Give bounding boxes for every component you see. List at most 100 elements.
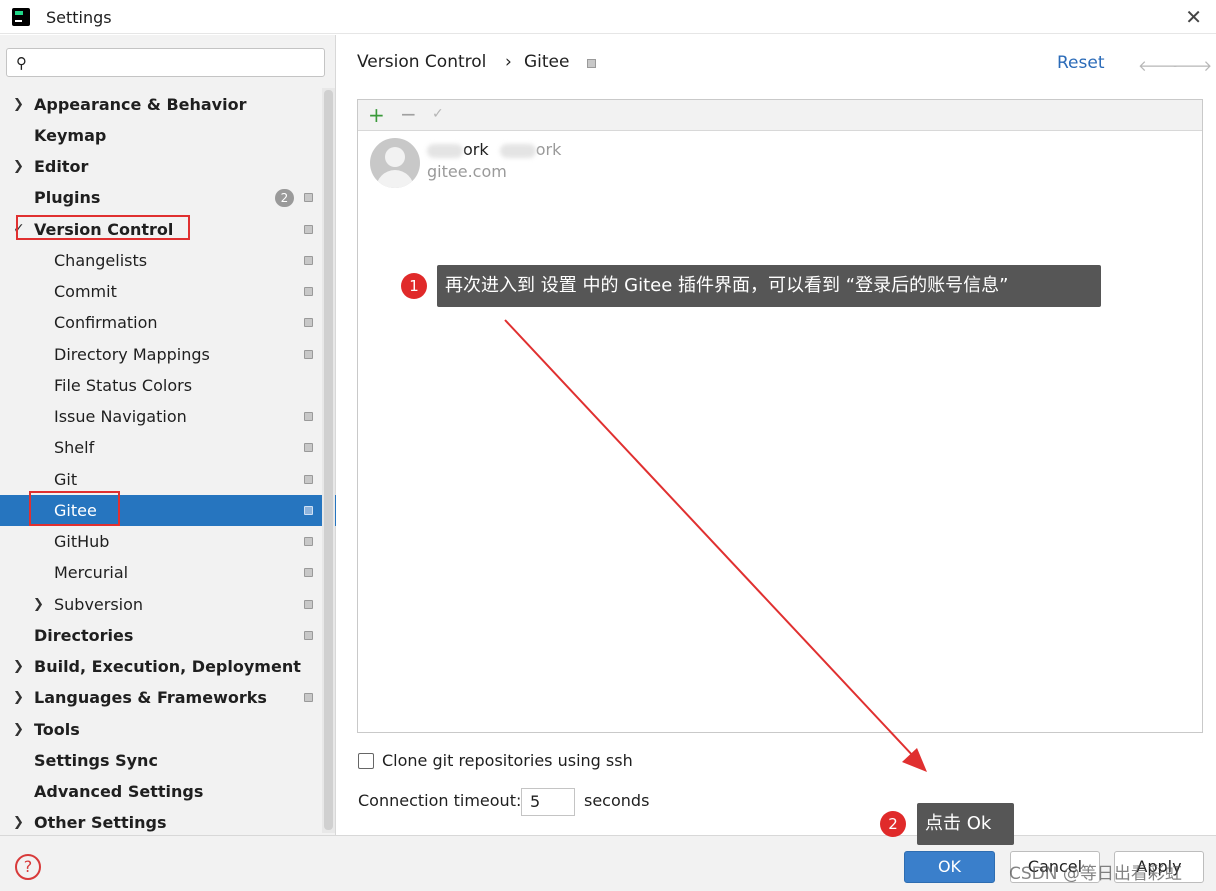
sidebar-item-commit[interactable]: Commit <box>0 276 336 307</box>
search-icon: ⚲ <box>16 54 27 72</box>
sidebar-item-appearance-behavior[interactable]: ❯ Appearance & Behavior <box>0 89 336 120</box>
sidebar-item-directory-mappings[interactable]: Directory Mappings <box>0 339 336 370</box>
redacted-text <box>427 143 463 158</box>
sidebar-item-label: Confirmation <box>54 313 158 332</box>
set-default-account-button[interactable]: ✓ <box>432 106 444 122</box>
chevron-down-icon: ✓ <box>13 221 25 237</box>
chevron-right-icon: ❯ <box>13 159 24 174</box>
sidebar-item-label: Tools <box>34 720 80 739</box>
plugins-update-badge: 2 <box>275 189 294 207</box>
timeout-input[interactable]: 5 <box>521 788 575 816</box>
avatar-body <box>376 170 414 188</box>
project-scope-icon <box>304 693 313 702</box>
chevron-right-icon: ❯ <box>13 722 24 737</box>
sidebar-item-editor[interactable]: ❯ Editor <box>0 151 336 182</box>
step-1-marker: 1 <box>401 273 427 299</box>
sidebar-item-shelf[interactable]: Shelf <box>0 432 336 463</box>
accounts-toolbar: + − ✓ <box>358 100 1202 131</box>
sidebar-item-label: Plugins <box>34 188 101 207</box>
sidebar-item-plugins[interactable]: Plugins 2 <box>0 182 336 213</box>
breadcrumb-version-control[interactable]: Version Control <box>357 52 486 72</box>
sidebar-scrollbar-thumb[interactable] <box>324 90 333 830</box>
step-2-callout: 点击 Ok <box>917 803 1014 845</box>
sidebar-item-mercurial[interactable]: Mercurial <box>0 557 336 588</box>
account-server: gitee.com <box>427 162 507 181</box>
sidebar-item-label: Editor <box>34 157 89 176</box>
title-bar: Settings ✕ <box>0 0 1216 34</box>
sidebar-item-label: Subversion <box>54 595 144 614</box>
chevron-right-icon: ❯ <box>13 659 24 674</box>
sidebar-item-label: Issue Navigation <box>54 407 187 426</box>
sidebar-item-label: Advanced Settings <box>34 782 204 801</box>
project-scope-icon <box>304 443 313 452</box>
settings-search-input[interactable]: ⚲ <box>6 48 325 77</box>
project-scope-icon <box>304 631 313 640</box>
chevron-right-icon: ❯ <box>13 97 24 112</box>
project-scope-icon <box>304 412 313 421</box>
project-scope-icon <box>304 193 313 202</box>
reset-link[interactable]: Reset <box>1057 53 1105 73</box>
project-scope-icon <box>304 506 313 515</box>
breadcrumb-gitee: Gitee <box>524 52 570 72</box>
sidebar-item-keymap[interactable]: Keymap <box>0 120 336 151</box>
sidebar-item-git[interactable]: Git <box>0 464 336 495</box>
sidebar-item-languages-frameworks[interactable]: ❯ Languages & Frameworks <box>0 682 336 713</box>
ok-button[interactable]: OK <box>904 851 995 883</box>
clone-ssh-label: Clone git repositories using ssh <box>382 751 633 770</box>
sidebar-item-subversion[interactable]: ❯ Subversion <box>0 589 336 620</box>
sidebar-item-advanced-settings[interactable]: Advanced Settings <box>0 776 336 807</box>
sidebar-item-other-settings[interactable]: ❯ Other Settings <box>0 807 336 838</box>
sidebar-item-directories[interactable]: Directories <box>0 620 336 651</box>
chevron-right-icon: ❯ <box>33 597 44 612</box>
project-scope-icon <box>304 318 313 327</box>
sidebar-item-label: Directories <box>34 626 134 645</box>
add-account-button[interactable]: + <box>368 103 385 127</box>
sidebar-item-label: Shelf <box>54 438 95 457</box>
settings-sidebar: ⚲ ❯ Appearance & Behavior Keymap ❯ Edito… <box>0 35 336 835</box>
sidebar-item-version-control[interactable]: ✓ Version Control <box>0 214 336 245</box>
project-scope-icon <box>304 568 313 577</box>
sidebar-item-changelists[interactable]: Changelists <box>0 245 336 276</box>
sidebar-item-github[interactable]: GitHub <box>0 526 336 557</box>
sidebar-item-tools[interactable]: ❯ Tools <box>0 714 336 745</box>
sidebar-item-issue-navigation[interactable]: Issue Navigation <box>0 401 336 432</box>
avatar-head <box>385 147 405 167</box>
sidebar-item-file-status-colors[interactable]: File Status Colors <box>0 370 336 401</box>
account-name: ork ork <box>427 140 561 159</box>
sidebar-item-confirmation[interactable]: Confirmation <box>0 307 336 338</box>
intellij-logo-icon <box>12 8 30 26</box>
sidebar-item-label: File Status Colors <box>54 376 193 395</box>
watermark: CSDN @等日出看彩虹 <box>1009 864 1182 884</box>
sidebar-item-build-execution-deployment[interactable]: ❯ Build, Execution, Deployment <box>0 651 336 682</box>
clone-ssh-checkbox[interactable] <box>358 753 374 769</box>
account-list-item[interactable]: ork ork gitee.com <box>359 132 1201 194</box>
avatar <box>370 138 420 188</box>
sidebar-item-label: Changelists <box>54 251 148 270</box>
forward-arrow-icon[interactable]: 🡒 <box>1172 56 1212 75</box>
project-scope-icon <box>304 537 313 546</box>
redacted-text <box>499 143 536 158</box>
sidebar-item-label: Languages & Frameworks <box>34 688 267 707</box>
step-2-marker: 2 <box>880 811 906 837</box>
help-icon[interactable]: ? <box>15 854 41 880</box>
sidebar-item-label: Appearance & Behavior <box>34 95 247 114</box>
sidebar-item-gitee[interactable]: Gitee <box>0 495 336 526</box>
sidebar-item-label: Other Settings <box>34 813 167 832</box>
chevron-right-icon: ❯ <box>13 690 24 705</box>
remove-account-button[interactable]: − <box>400 102 417 126</box>
project-scope-icon <box>587 59 596 68</box>
sidebar-item-label: Build, Execution, Deployment <box>34 657 301 676</box>
project-scope-icon <box>304 600 313 609</box>
sidebar-item-label: Commit <box>54 282 117 301</box>
sidebar-item-settings-sync[interactable]: Settings Sync <box>0 745 336 776</box>
window-title: Settings <box>46 8 112 27</box>
sidebar-item-label: Keymap <box>34 126 107 145</box>
account-fullname: ork <box>535 140 562 159</box>
project-scope-icon <box>304 350 313 359</box>
sidebar-item-label: Version Control <box>34 220 174 239</box>
sidebar-scrollbar[interactable] <box>322 88 335 833</box>
sidebar-item-label: Mercurial <box>54 563 129 582</box>
sidebar-item-label: GitHub <box>54 532 110 551</box>
project-scope-icon <box>304 256 313 265</box>
close-icon[interactable]: ✕ <box>1185 5 1202 29</box>
